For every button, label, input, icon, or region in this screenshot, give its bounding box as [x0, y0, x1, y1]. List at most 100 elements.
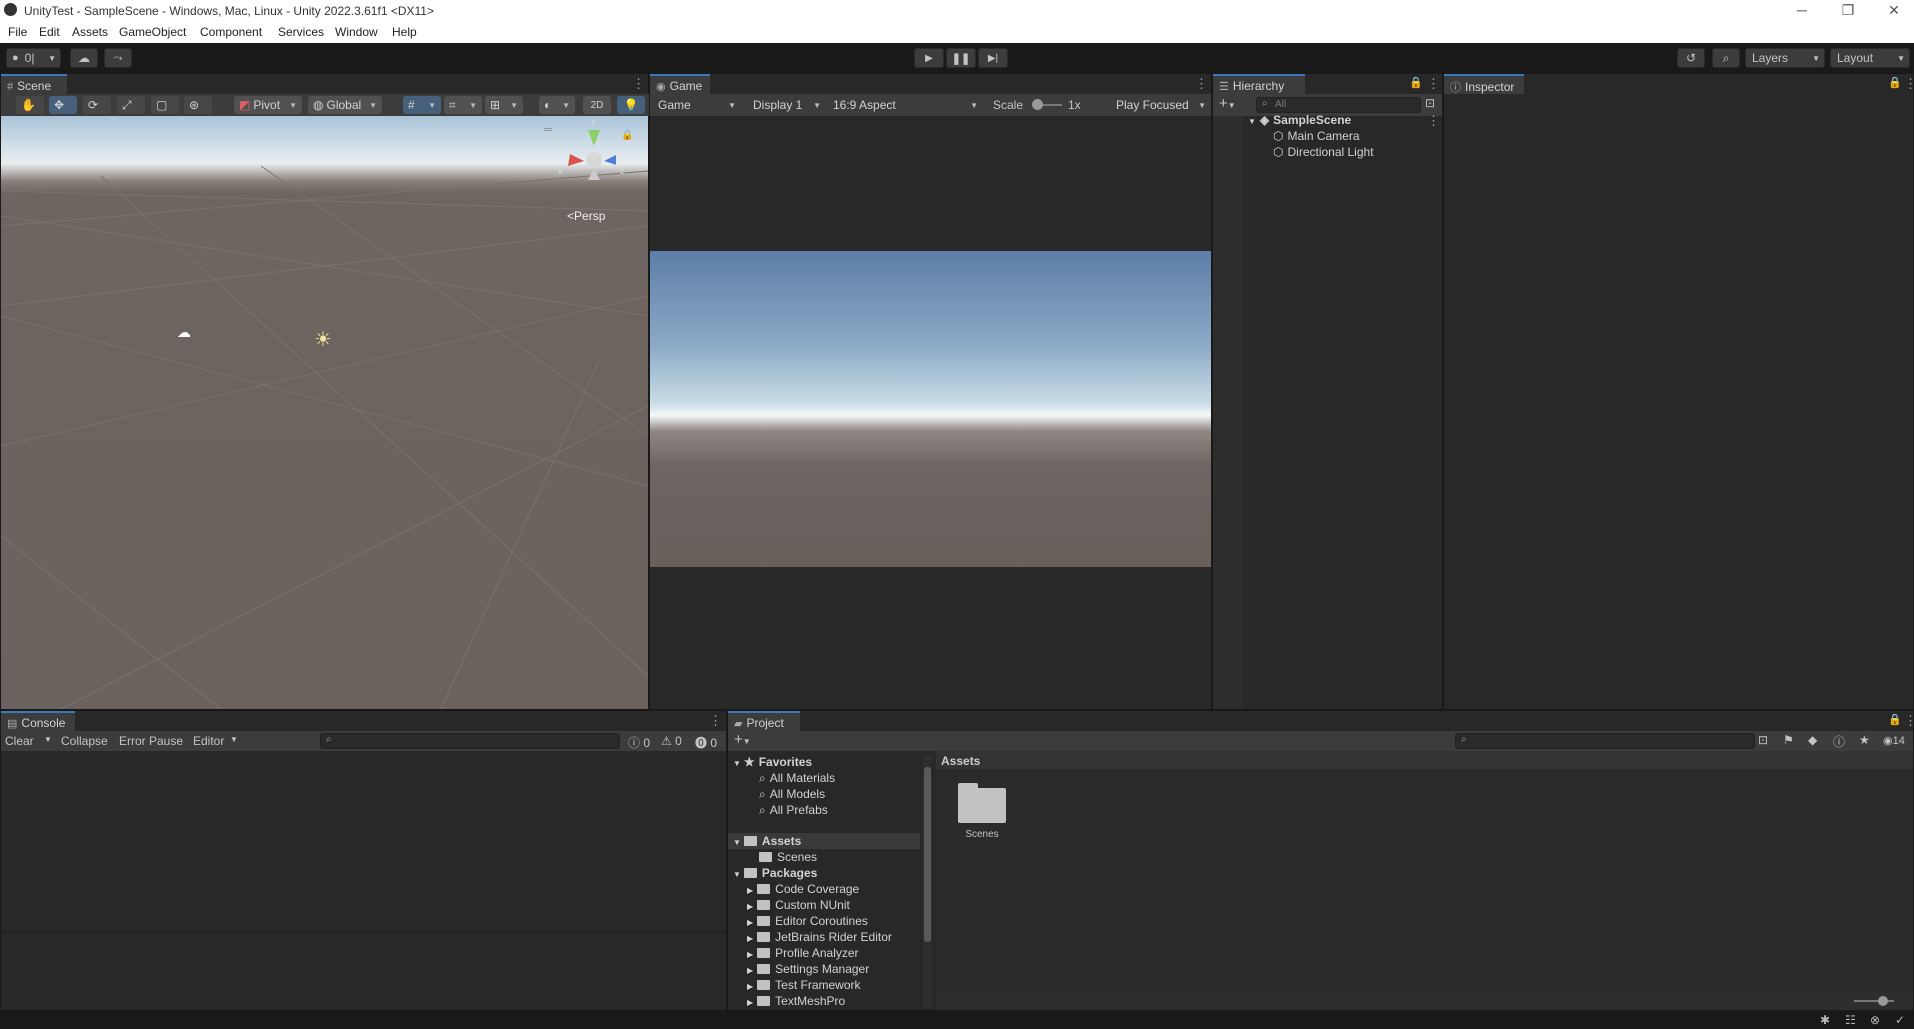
hierarchy-search-input[interactable]: ⌕ All	[1256, 97, 1421, 113]
chevron-down-icon[interactable]: ▼	[230, 735, 238, 744]
package-item[interactable]: ▶ TextMeshPro	[747, 994, 845, 1008]
package-item[interactable]: ▶ Test Framework	[747, 978, 861, 992]
zoom-slider-thumb[interactable]	[1878, 996, 1888, 1006]
package-item[interactable]: ▶ Profile Analyzer	[747, 946, 859, 960]
zoom-slider[interactable]	[1854, 1000, 1894, 1002]
clear-button[interactable]: Clear	[5, 734, 34, 748]
favorite-star-icon[interactable]: ★	[1859, 733, 1870, 747]
hierarchy-item[interactable]: ⬡ Main Camera	[1273, 129, 1360, 143]
tab-hierarchy[interactable]: ☰ Hierarchy	[1213, 74, 1305, 94]
error-pause-button[interactable]: Error Pause	[119, 734, 183, 748]
rotate-tool[interactable]: ⟳	[83, 96, 111, 114]
project-search-input[interactable]: ⌕	[1455, 733, 1755, 749]
camera-icon[interactable]: ☁	[177, 324, 191, 341]
game-mode-dropdown[interactable]: Game ▼	[653, 96, 741, 114]
search-by-type-icon[interactable]: ⊡	[1758, 733, 1768, 747]
global-dropdown[interactable]: ◍ Global ▼	[308, 96, 382, 114]
lock-icon[interactable]: 🔒	[1888, 76, 1902, 89]
cloud-button[interactable]: ☁	[70, 48, 98, 68]
display-dropdown[interactable]: Display 1 ▼	[748, 96, 826, 114]
package-item[interactable]: ▶ Settings Manager	[747, 962, 869, 976]
hierarchy-menu-icon[interactable]: ⋮	[1427, 76, 1440, 92]
project-menu-icon[interactable]: ⋮	[1904, 713, 1914, 729]
hierarchy-item[interactable]: ⬡ Directional Light	[1273, 145, 1374, 159]
layout-dropdown[interactable]: Layout ▼	[1830, 48, 1910, 68]
inspector-menu-icon[interactable]: ⋮	[1904, 76, 1914, 92]
play-button[interactable]: ▶	[914, 48, 944, 68]
menu-component[interactable]: Component	[200, 25, 262, 39]
transform-tool[interactable]: ⊛	[184, 96, 212, 114]
history-button[interactable]: ↺	[1677, 48, 1705, 68]
hidden-packages-toggle[interactable]: ◉14	[1883, 734, 1905, 747]
menu-edit[interactable]: Edit	[39, 25, 60, 39]
close-button[interactable]: ✕	[1884, 2, 1904, 19]
assets-item[interactable]: Scenes	[759, 850, 817, 864]
lock-icon[interactable]: 🔒	[621, 130, 633, 141]
packages-root[interactable]: ▼ Packages	[733, 866, 817, 880]
lock-icon[interactable]: 🔒	[1409, 76, 1423, 89]
step-button[interactable]: ▶|	[978, 48, 1008, 68]
assets-root[interactable]: ▼ Assets	[733, 834, 801, 848]
menu-gameobject[interactable]: GameObject	[119, 25, 186, 39]
tree-scrollbar[interactable]	[923, 755, 932, 1007]
filter-by-tag-icon[interactable]: ◆	[1808, 733, 1817, 747]
log-filter[interactable]: ⓘ 0	[628, 734, 650, 751]
scale-slider-thumb[interactable]	[1032, 99, 1043, 110]
orientation-gizmo[interactable]: y x z	[546, 116, 625, 196]
check-icon[interactable]: ✓	[1895, 1013, 1905, 1027]
search-button[interactable]: ⌕	[1712, 48, 1740, 68]
warning-filter[interactable]: ⚠ 0	[661, 734, 682, 748]
account-dropdown[interactable]: ● 0| ▼	[6, 48, 61, 68]
persp-toggle[interactable]: <Persp	[567, 209, 605, 223]
error-filter[interactable]: ⓿ 0	[695, 734, 717, 751]
package-item[interactable]: ▶ Editor Coroutines	[747, 914, 868, 928]
search-filter-icon[interactable]: ⊡	[1425, 96, 1435, 110]
tab-game[interactable]: ◉ Game	[650, 74, 710, 94]
play-mode-dropdown[interactable]: Play Focused ▼	[1111, 96, 1211, 114]
tree-scrollbar-thumb[interactable]	[924, 767, 931, 942]
menu-window[interactable]: Window	[335, 25, 378, 39]
network-icon[interactable]: ⊗	[1870, 1013, 1880, 1027]
cache-icon[interactable]: ☷	[1845, 1013, 1856, 1027]
menu-file[interactable]: File	[8, 25, 27, 39]
gizmo-handle-icon[interactable]: ═	[544, 124, 552, 136]
move-tool[interactable]: ✥	[49, 96, 77, 114]
maximize-button[interactable]: ❐	[1838, 2, 1858, 19]
grid-toggle[interactable]: # ▼	[403, 96, 441, 114]
package-item[interactable]: ▶ Custom NUnit	[747, 898, 850, 912]
favorites-header[interactable]: ▼ ★ Favorites	[733, 755, 812, 769]
favorites-item[interactable]: ⌕ All Materials	[759, 771, 835, 786]
tab-project[interactable]: ▰ Project	[728, 711, 800, 731]
console-menu-icon[interactable]: ⋮	[709, 713, 722, 729]
chevron-down-icon[interactable]: ▼	[44, 735, 52, 744]
hand-tool[interactable]: ✋	[16, 96, 44, 114]
add-button[interactable]: +▼	[1219, 95, 1236, 112]
scene-menu-icon[interactable]: ⋮	[632, 76, 645, 92]
scene-kebab-icon[interactable]: ⋮	[1427, 113, 1440, 129]
menu-help[interactable]: Help	[392, 25, 417, 39]
package-item[interactable]: ▶ Code Coverage	[747, 882, 859, 896]
light-icon[interactable]: ☀	[314, 327, 332, 352]
scene-root-item[interactable]: ▼ ◈ SampleScene	[1248, 113, 1351, 127]
pivot-dropdown[interactable]: ◩ Pivot ▼	[234, 96, 302, 114]
create-button[interactable]: +▼	[734, 731, 751, 748]
lock-icon[interactable]: 🔒	[1888, 713, 1902, 726]
tab-scene[interactable]: # Scene	[1, 74, 67, 94]
package-item[interactable]: ▶ JetBrains Rider Editor	[747, 930, 892, 944]
shading-dropdown[interactable]: ◐ ▼	[539, 96, 575, 114]
debug-icon[interactable]: ✱	[1820, 1013, 1830, 1027]
minimize-button[interactable]: ─	[1792, 2, 1812, 18]
filter-by-label-icon[interactable]: ⚑	[1783, 733, 1794, 747]
console-search-input[interactable]: ⌕	[320, 733, 620, 749]
snap-toggle[interactable]: ⌗ ▼	[444, 96, 482, 114]
2d-toggle[interactable]: 2D	[583, 96, 611, 114]
scale-tool[interactable]: ⤢	[117, 96, 145, 114]
menu-assets[interactable]: Assets	[72, 25, 108, 39]
favorites-item[interactable]: ⌕ All Prefabs	[759, 803, 828, 818]
lighting-toggle[interactable]: 💡	[617, 96, 645, 114]
increment-snap[interactable]: ⊞ ▼	[485, 96, 523, 114]
collapse-button[interactable]: Collapse	[61, 734, 108, 748]
favorites-item[interactable]: ⌕ All Models	[759, 787, 825, 802]
layers-dropdown[interactable]: Layers ▼	[1745, 48, 1825, 68]
pause-button[interactable]: ❚❚	[946, 48, 976, 68]
